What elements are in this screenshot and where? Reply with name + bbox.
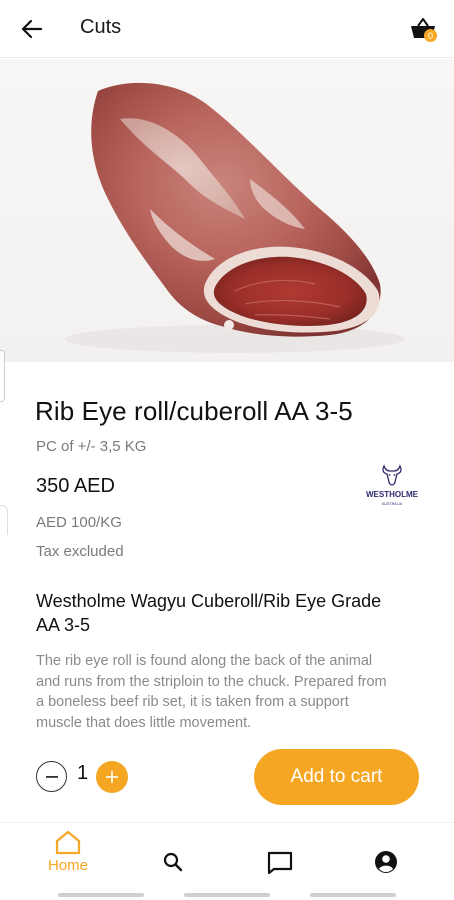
top-app-bar: Cuts 0 — [0, 0, 454, 58]
tax-note: Tax excluded — [36, 543, 124, 560]
gesture-bar-left — [58, 893, 144, 897]
chat-icon — [267, 851, 293, 875]
nav-home[interactable]: Home — [38, 829, 98, 881]
decrease-quantity-button[interactable] — [36, 761, 67, 792]
side-handle[interactable] — [0, 350, 5, 402]
unit-price-text: AED 100/KG — [36, 514, 122, 531]
page-title: Cuts — [80, 16, 122, 38]
nav-home-label: Home — [47, 857, 88, 874]
arrow-left-icon — [21, 19, 43, 39]
search-icon — [163, 852, 183, 872]
product-image — [0, 59, 454, 362]
plus-icon — [106, 771, 118, 783]
quantity-value: 1 — [77, 762, 89, 784]
brand-logo-subtext: AUSTRALIA — [382, 502, 403, 506]
bull-head-icon: WESTHOLME AUSTRALIA — [366, 464, 419, 506]
account-icon — [375, 851, 397, 873]
side-divider — [0, 505, 8, 535]
nav-messages[interactable] — [250, 829, 310, 881]
product-title: Rib Eye roll/cuberoll AA 3-5 — [35, 396, 353, 426]
back-button[interactable] — [14, 12, 50, 46]
product-subtitle: Westholme Wagyu Cuberoll/Rib Eye Grade A… — [36, 591, 382, 635]
minus-icon — [45, 775, 58, 778]
westholme-logo: WESTHOLME AUSTRALIA — [360, 460, 424, 512]
product-price: 350 AED — [36, 475, 115, 497]
add-to-cart-button[interactable]: Add to cart — [254, 749, 419, 805]
product-description: The rib eye roll is found along the back… — [36, 653, 387, 731]
pack-size-text: PC of +/- 3,5 KG — [36, 438, 147, 455]
increase-quantity-button[interactable] — [96, 761, 128, 793]
gesture-bar-right — [310, 893, 396, 897]
gesture-bar-center — [184, 893, 270, 897]
bottom-navigation: Home — [0, 822, 454, 900]
cart-button[interactable]: 0 — [406, 12, 440, 46]
cart-count-badge: 0 — [424, 29, 437, 42]
nav-account[interactable] — [356, 829, 416, 881]
brand-logo-text: WESTHOLME — [366, 490, 419, 499]
rib-eye-meat-illustration — [65, 82, 405, 353]
home-icon — [55, 830, 81, 855]
nav-search[interactable] — [143, 829, 203, 881]
